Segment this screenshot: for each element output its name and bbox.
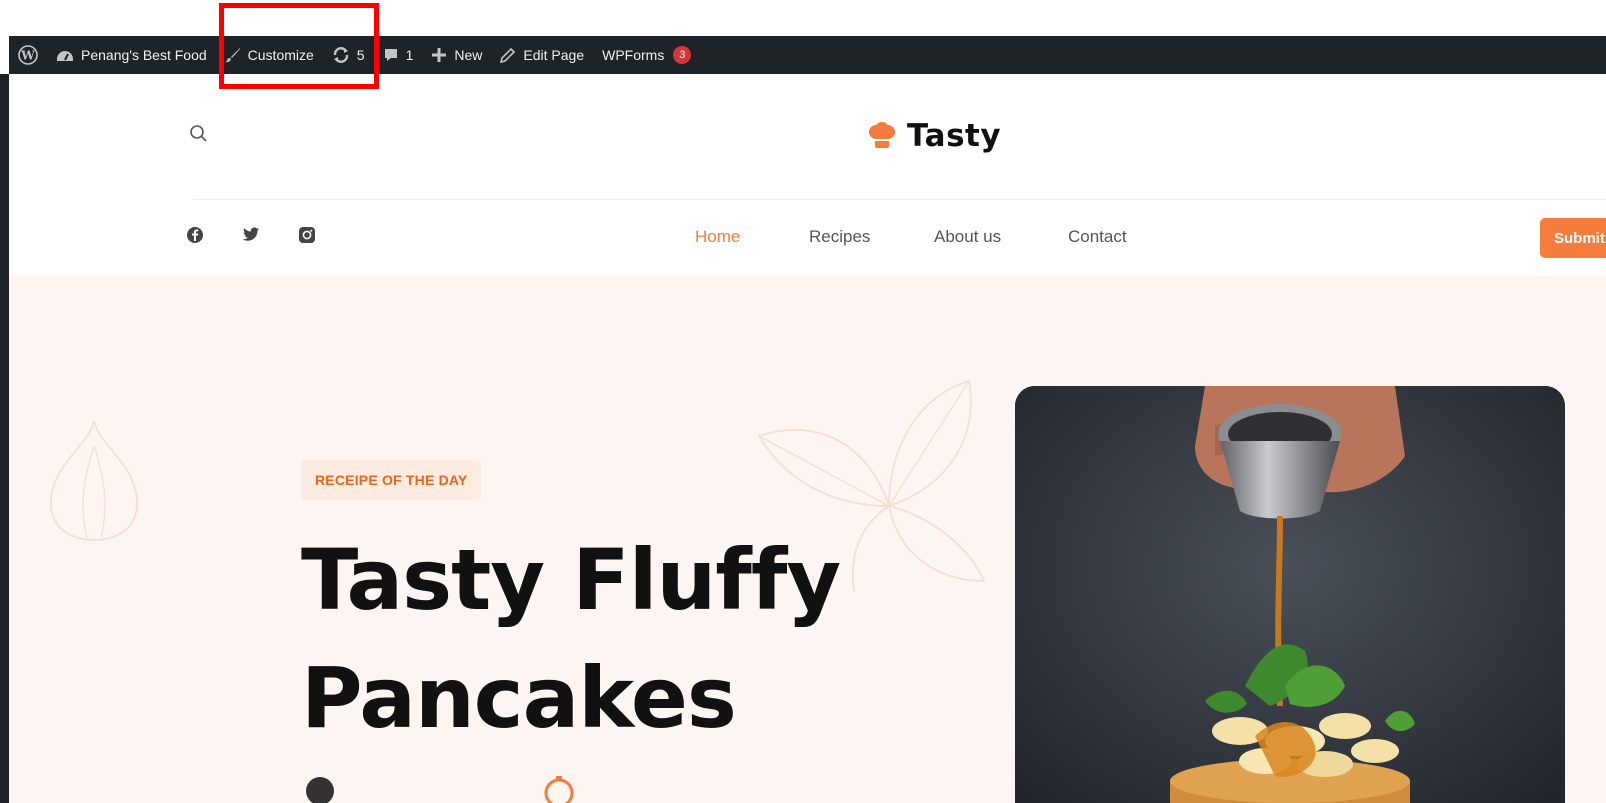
customize-link[interactable]: Customize [216, 36, 323, 74]
customize-label: Customize [247, 47, 314, 63]
new-label: New [454, 47, 483, 63]
hero-title-line-2: Pancakes [301, 649, 737, 747]
author-avatar [306, 777, 334, 803]
nav-recipes[interactable]: Recipes [809, 227, 870, 247]
comments-count: 1 [405, 47, 414, 63]
hero-section: RECEIPE OF THE DAY Tasty Fluffy Pancakes [9, 276, 1606, 803]
search-icon [190, 125, 207, 142]
edit-page-label: Edit Page [523, 47, 585, 63]
wpforms-link[interactable]: WPForms 3 [593, 36, 700, 74]
plus-icon [432, 48, 447, 62]
wpforms-label: WPForms [602, 47, 665, 63]
brush-icon [224, 48, 240, 63]
wordpress-logo-button[interactable]: W [9, 36, 47, 74]
chef-hat-icon [869, 122, 895, 148]
garlic-decoration-icon [49, 420, 139, 542]
site-name-link[interactable]: Penang's Best Food [47, 36, 216, 74]
main-nav: Home Recipes About us Contact [9, 224, 1606, 254]
nav-home[interactable]: Home [695, 227, 740, 247]
logo-text: Tasty [907, 118, 1002, 154]
dashboard-icon [57, 51, 73, 61]
hero-food-image [1015, 386, 1565, 803]
updates-count: 5 [356, 47, 365, 63]
site-logo[interactable]: Tasty [867, 118, 1001, 154]
timer-icon [544, 776, 574, 803]
nav-about-us[interactable]: About us [934, 227, 1001, 247]
search-button[interactable] [189, 124, 209, 149]
updates-icon [333, 47, 348, 63]
hero-title: Tasty Fluffy Pancakes [301, 521, 921, 757]
wordpress-icon: W [18, 45, 38, 65]
site-name-label: Penang's Best Food [81, 47, 207, 63]
hero-title-line-1: Tasty Fluffy [301, 531, 841, 629]
pencil-icon [500, 47, 516, 63]
recipe-of-the-day-tag: RECEIPE OF THE DAY [301, 460, 482, 500]
site-header: Tasty Home Recipes About us Contact Subm… [9, 74, 1606, 276]
submit-recipe-button[interactable]: Submit [1540, 218, 1606, 258]
new-content-link[interactable]: New [422, 36, 491, 74]
wpforms-notification-badge: 3 [673, 46, 692, 64]
wp-admin-bar: W Penang's Best Food Customize 5 1 New E… [9, 36, 1606, 74]
comment-icon [384, 49, 397, 61]
svg-text:W: W [20, 49, 35, 63]
nav-contact[interactable]: Contact [1068, 227, 1127, 247]
updates-link[interactable]: 5 [323, 36, 374, 74]
edit-page-link[interactable]: Edit Page [491, 36, 593, 74]
comments-link[interactable]: 1 [374, 36, 423, 74]
pancake-photo [1015, 386, 1565, 803]
header-divider [194, 199, 1606, 200]
left-edge [0, 74, 9, 803]
